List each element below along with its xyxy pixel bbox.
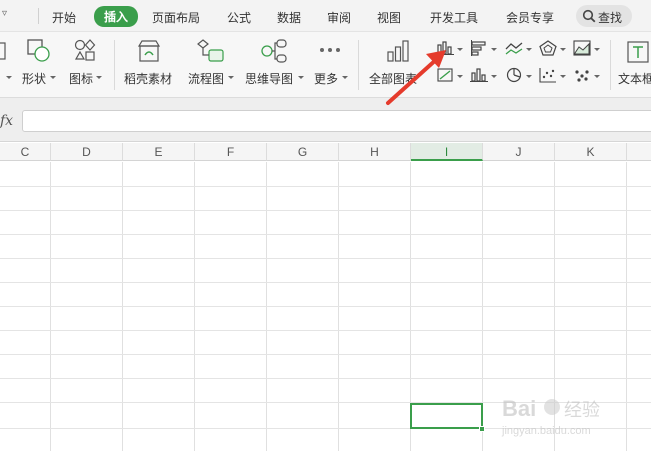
shape-label: 形状 — [22, 72, 47, 86]
chevron-down-icon[interactable]: ▿ — [2, 8, 7, 19]
column-header-g[interactable]: G — [267, 143, 339, 161]
column-header-partial[interactable] — [627, 143, 651, 161]
caret-icon — [342, 76, 348, 79]
column-header-d[interactable]: D — [51, 143, 123, 161]
materials-label: 稻壳素材 — [124, 72, 173, 86]
tab-formulas[interactable]: 公式 — [227, 9, 251, 26]
icon-button[interactable] — [73, 38, 97, 64]
menu-divider — [38, 8, 39, 24]
toolbar-divider — [114, 40, 115, 90]
column-header-f[interactable]: F — [195, 143, 267, 161]
store-icon — [137, 40, 161, 62]
caret-icon — [526, 48, 532, 51]
horizontal-bar-chart-icon — [471, 40, 486, 56]
flowchart-label: 流程图 — [188, 72, 225, 86]
fill-handle[interactable] — [479, 426, 485, 432]
pie-chart-icon — [506, 67, 522, 83]
tab-insert[interactable]: 插入 — [94, 6, 139, 27]
partial-tool-icon[interactable] — [0, 40, 8, 62]
column-header-h[interactable]: H — [339, 143, 411, 161]
tab-review[interactable]: 审阅 — [327, 9, 351, 26]
toolbar-divider — [358, 40, 359, 90]
caret-icon — [526, 75, 532, 78]
tab-page-layout[interactable]: 页面布局 — [152, 9, 200, 26]
caret-icon — [6, 76, 12, 79]
shape-button[interactable] — [26, 38, 52, 64]
toolbar-divider — [610, 40, 611, 90]
selected-cell[interactable] — [410, 403, 483, 429]
caret-icon — [560, 75, 566, 78]
scatter-chart-icon — [539, 68, 556, 83]
watermark-url: jingyan.baidu.com — [501, 425, 591, 437]
combo-chart-icon — [470, 68, 488, 82]
dot-chart-icon — [575, 70, 589, 82]
icon-label: 图标 — [69, 72, 94, 86]
other-chart-button[interactable] — [573, 67, 591, 83]
column-header-i[interactable]: I — [411, 143, 483, 161]
tab-home[interactable]: 开始 — [52, 9, 76, 26]
radar-chart-icon — [539, 40, 557, 56]
combo-chart-button[interactable] — [470, 67, 488, 83]
flowchart-icon — [197, 39, 224, 62]
area-chart-button[interactable] — [573, 40, 591, 56]
menu-bar: ▿ 开始 插入 页面布局 公式 数据 审阅 视图 开发工具 会员专享 查找 — [0, 0, 651, 32]
scatter-chart-button[interactable] — [539, 67, 557, 83]
column-header-e[interactable]: E — [123, 143, 195, 161]
watermark-brand: Bai — [502, 396, 536, 421]
materials-button[interactable] — [136, 38, 162, 64]
more-button[interactable] — [318, 46, 342, 54]
caret-icon — [594, 48, 600, 51]
tab-view[interactable]: 视图 — [377, 9, 401, 26]
tab-developer[interactable]: 开发工具 — [430, 9, 478, 26]
column-header-k[interactable]: K — [555, 143, 627, 161]
column-header-c[interactable]: C — [0, 143, 51, 161]
formula-bar: fx — [0, 98, 651, 142]
baidu-watermark: Bai 经验 jingyan.baidu.com — [501, 396, 600, 437]
caret-icon — [228, 76, 234, 79]
caret-icon — [594, 75, 600, 78]
mindmap-icon — [261, 39, 287, 63]
area-chart-icon — [573, 40, 591, 56]
textbox-icon — [627, 41, 649, 63]
caret-icon — [298, 76, 304, 79]
formula-input[interactable] — [22, 110, 651, 132]
caret-icon — [560, 48, 566, 51]
annotation-arrow — [386, 50, 446, 105]
pie-chart-button[interactable] — [505, 67, 523, 83]
caret-icon — [96, 76, 102, 79]
caret-icon — [491, 48, 497, 51]
line-chart-button[interactable] — [505, 40, 523, 56]
mindmap-label: 思维导图 — [245, 72, 294, 86]
line-chart-icon — [505, 42, 523, 55]
mindmap-button[interactable] — [260, 38, 288, 64]
watermark-brand2: 经验 — [564, 400, 600, 421]
column-header-j[interactable]: J — [483, 143, 555, 161]
radar-chart-button[interactable] — [539, 40, 557, 56]
caret-icon — [50, 76, 56, 79]
caret-icon — [491, 75, 497, 78]
textbox-button[interactable] — [627, 40, 651, 64]
textbox-label: 文本框 — [618, 72, 651, 86]
bar-chart-button[interactable] — [470, 40, 488, 56]
fx-icon[interactable]: fx — [0, 113, 13, 129]
search-label: 查找 — [598, 11, 623, 25]
more-label: 更多 — [314, 72, 339, 86]
tab-member[interactable]: 会员专享 — [506, 9, 554, 26]
shape-icon — [27, 39, 50, 62]
more-icon — [320, 48, 340, 52]
tab-data[interactable]: 数据 — [277, 9, 301, 26]
flowchart-button[interactable] — [197, 38, 225, 64]
search-button[interactable]: 查找 — [576, 5, 632, 27]
search-icon — [582, 9, 596, 23]
icons-icon — [74, 39, 96, 61]
ribbon-toolbar: 形状 图标 稻壳素材 流程图 思维导图 更多 全部图表 文本框 — [0, 32, 651, 98]
